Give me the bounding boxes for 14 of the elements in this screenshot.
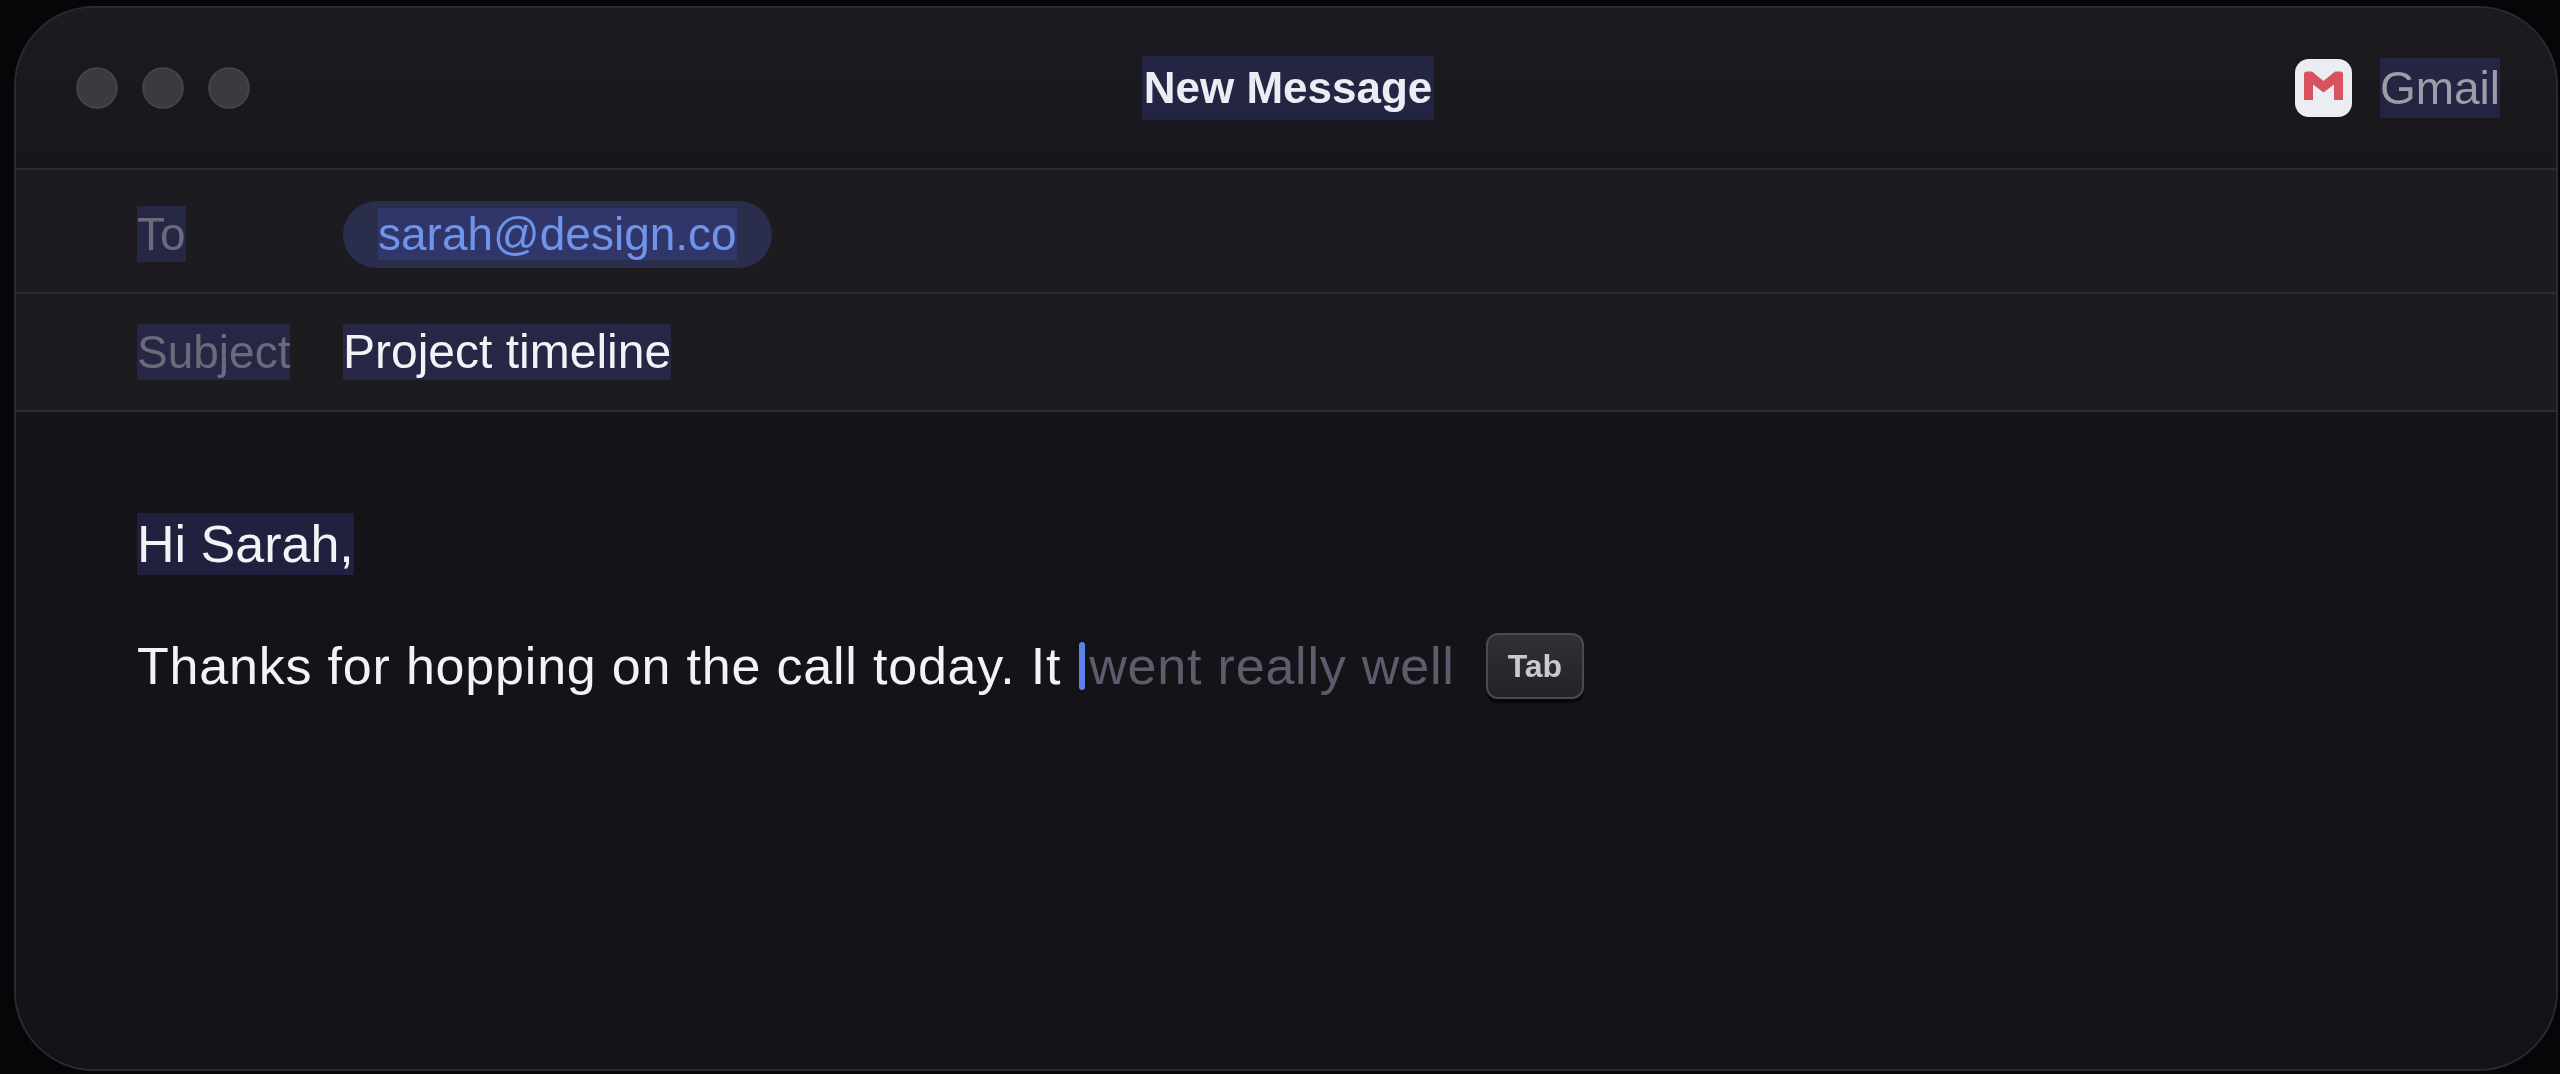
field-label: Subject — [137, 324, 291, 380]
window-control-icon[interactable] — [208, 67, 250, 109]
app-logo-icon — [2294, 59, 2352, 117]
window-control-icon[interactable] — [76, 67, 118, 109]
message-text: Thanks for hopping on the call today. It — [137, 636, 1062, 697]
subject-field[interactable]: Project timeline — [343, 324, 672, 380]
window-control-icon[interactable] — [142, 67, 184, 109]
message-text: Hi Sarah, — [137, 513, 354, 575]
text-cursor-icon — [1079, 642, 1086, 690]
recipient-chip[interactable]: sarah@design.co — [343, 200, 772, 268]
window-title: New Message — [1141, 56, 1435, 120]
account-name: Gmail — [2379, 58, 2500, 118]
field-label: To — [137, 206, 186, 262]
suggestion-text: went really well — [1089, 636, 1455, 697]
